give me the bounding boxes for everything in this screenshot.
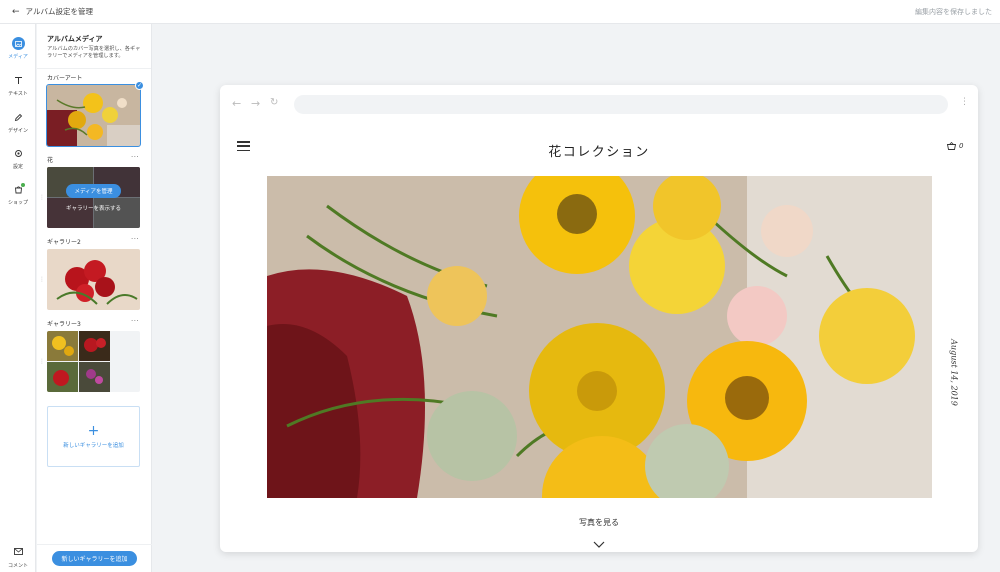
- add-gallery-card[interactable]: + 新しいギャラリーを追加: [47, 406, 140, 467]
- back-link[interactable]: ← アルバム設定を管理: [12, 6, 93, 17]
- site-title: 花コレクション: [548, 145, 650, 160]
- rail-label: テキスト: [8, 91, 28, 97]
- rail-label: ショップ: [7, 200, 28, 206]
- date-label: August 14, 2019: [949, 339, 959, 406]
- see-photos-link[interactable]: 写真を見る: [220, 517, 978, 528]
- url-bar[interactable]: [294, 95, 948, 114]
- more-options-icon[interactable]: ···: [131, 235, 139, 243]
- cover-image: [267, 176, 932, 498]
- arrow-left-icon[interactable]: ←: [232, 97, 241, 110]
- gallery-name: ギャラリー3: [47, 321, 81, 328]
- gallery-name: 花: [47, 157, 54, 164]
- panel-title: アルバムメディア: [47, 35, 103, 43]
- kebab-menu-icon[interactable]: ⋮: [960, 97, 969, 107]
- basket-icon: [947, 142, 956, 150]
- pen-icon: [12, 111, 25, 124]
- rail-item-comment[interactable]: コメント: [0, 540, 36, 570]
- add-gallery-card-label: 新しいギャラリーを追加: [63, 442, 124, 449]
- plus-icon: +: [87, 422, 100, 439]
- refresh-icon[interactable]: ↻: [270, 97, 278, 108]
- left-rail: メディア テキスト デザイン 設定 ショップ: [0, 24, 36, 572]
- rail-item-settings[interactable]: 設定: [0, 147, 36, 177]
- panel-description: アルバムのカバー写真を選択し、各ギャラリーでメディアを管理します。: [47, 46, 141, 59]
- rail-label: 設定: [12, 164, 23, 170]
- text-icon: [12, 74, 25, 87]
- image-icon: [11, 37, 25, 50]
- back-label: アルバム設定を管理: [25, 7, 93, 16]
- rail-item-media[interactable]: メディア: [0, 37, 36, 67]
- mail-icon: [13, 540, 23, 559]
- add-gallery-button[interactable]: 新しいギャラリーを追加: [52, 551, 137, 566]
- chevron-down-icon[interactable]: [593, 533, 605, 552]
- more-options-icon[interactable]: ···: [131, 153, 139, 161]
- check-icon: ✓: [135, 81, 144, 90]
- gallery-name: ギャラリー2: [47, 239, 81, 246]
- cover-thumbnail[interactable]: [46, 84, 141, 147]
- gallery-thumbnail[interactable]: メディアを管理 ギャラリーを表示する: [47, 167, 140, 228]
- gallery-overlay: メディアを管理 ギャラリーを表示する: [47, 167, 140, 228]
- top-bar: ← アルバム設定を管理 編集内容を保存しました: [0, 0, 1000, 24]
- cart-button[interactable]: 0: [947, 142, 963, 150]
- gallery-thumbnail[interactable]: [47, 331, 140, 392]
- media-panel: アルバムメディア アルバムのカバー写真を選択し、各ギャラリーでメディアを管理しま…: [37, 24, 152, 572]
- rail-label: デザイン: [7, 128, 28, 134]
- notification-dot: [21, 183, 25, 187]
- rail-item-text[interactable]: テキスト: [0, 74, 36, 104]
- show-gallery-link[interactable]: ギャラリーを表示する: [66, 204, 121, 212]
- manage-media-button[interactable]: メディアを管理: [66, 183, 121, 198]
- rail-item-shop[interactable]: ショップ: [0, 183, 36, 213]
- arrow-left-icon: ←: [12, 6, 20, 17]
- gear-icon: [12, 147, 25, 160]
- rail-item-design[interactable]: デザイン: [0, 111, 36, 141]
- gallery-thumbnail[interactable]: [47, 249, 140, 310]
- arrow-right-icon[interactable]: →: [251, 97, 260, 110]
- more-options-icon[interactable]: ···: [131, 317, 139, 325]
- site-preview: ← → ↻ ⋮ 花コレクション 0 August 14, 2019 写真を見る: [220, 85, 978, 552]
- save-status: 編集内容を保存しました: [915, 7, 992, 16]
- cart-count: 0: [959, 142, 964, 150]
- cover-label: カバーアート: [47, 75, 83, 82]
- rail-label: メディア: [8, 54, 28, 60]
- rail-label: コメント: [7, 563, 28, 569]
